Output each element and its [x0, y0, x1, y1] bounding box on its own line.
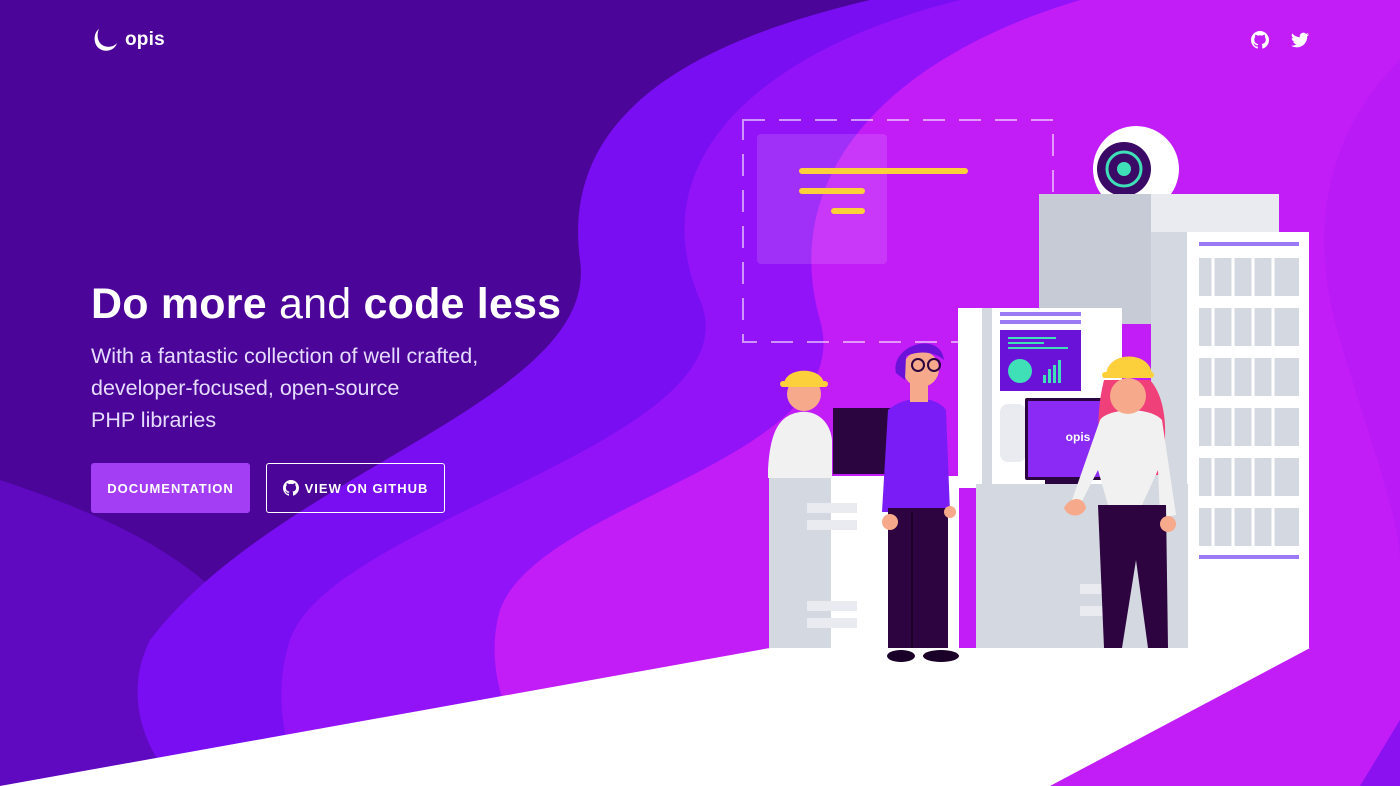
hero-buttons: DOCUMENTATION VIEW ON GITHUB [91, 463, 445, 513]
subline-line-3: PHP libraries [91, 408, 217, 432]
dashboard-screen [1000, 330, 1081, 391]
monitor-logo-text: opis [1066, 430, 1091, 444]
moon-logo-icon [94, 29, 117, 51]
team-illustration: opis [742, 119, 1309, 662]
github-icon [282, 480, 299, 496]
documentation-button[interactable]: DOCUMENTATION [91, 463, 250, 513]
opis-logo[interactable]: opis [91, 26, 165, 54]
hero-section: Do more and code less With a fantastic c… [91, 280, 611, 436]
hero-subline: With a fantastic collection of well craf… [91, 340, 611, 436]
twitter-link[interactable] [1291, 31, 1309, 49]
social-links [1251, 31, 1309, 49]
github-button-label: VIEW ON GITHUB [304, 480, 429, 496]
building-back [1039, 194, 1151, 324]
dark-monitor [833, 408, 891, 474]
headline-bold-2: code less [363, 280, 562, 328]
hero-headline: Do more and code less [91, 280, 611, 328]
view-on-github-button[interactable]: VIEW ON GITHUB [266, 463, 445, 513]
worker-center [882, 343, 959, 662]
github-icon [1251, 31, 1269, 49]
worker-left [768, 370, 832, 478]
subline-line-1: With a fantastic collection of well craf… [91, 344, 479, 368]
headline-bold-1: Do more [91, 280, 267, 328]
logo-text: opis [125, 29, 165, 50]
github-link[interactable] [1251, 31, 1269, 49]
subline-line-2: developer-focused, open-source [91, 376, 400, 400]
top-navigation: opis [91, 24, 1309, 56]
twitter-icon [1291, 32, 1309, 48]
headline-normal: and [278, 280, 352, 328]
code-card [757, 134, 887, 264]
